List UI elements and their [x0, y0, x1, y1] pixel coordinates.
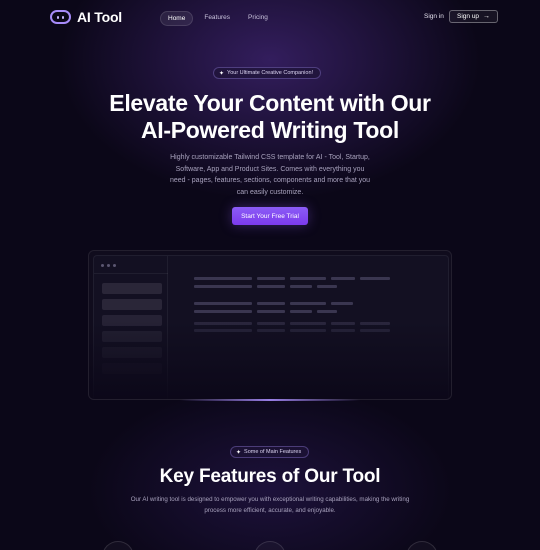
sparkle-icon: ✦: [219, 70, 225, 77]
hero-description: Highly customizable Tailwind CSS templat…: [170, 154, 371, 197]
hero-badge: ✦ Your Ultimate Creative Companion!: [213, 67, 322, 79]
mockup-text-line: [194, 310, 337, 313]
start-free-trial-button[interactable]: Start Your Free Trial: [232, 207, 308, 225]
signup-label: Sign up: [457, 13, 480, 20]
robot-face-icon: [50, 10, 71, 24]
mockup-text-line: [194, 285, 337, 288]
features-title: Key Features of Our Tool: [159, 466, 381, 487]
main-nav: Home Features Pricing: [160, 11, 275, 26]
mockup-fade: [89, 321, 451, 399]
hero-title: Elevate Your Content with Our AI-Powered…: [60, 90, 480, 144]
mockup-glow-line: [180, 399, 360, 401]
features-badge-text: Some of Main Features: [244, 449, 302, 455]
logo[interactable]: AI Tool: [50, 9, 122, 25]
mockup-sidebar-item: [102, 299, 162, 310]
hero-title-line1: Elevate Your Content with Our: [109, 90, 431, 116]
window-dots-icon: [101, 264, 116, 267]
nav-item-pricing[interactable]: Pricing: [241, 11, 275, 26]
logo-text: AI Tool: [77, 9, 122, 25]
site-header: AI Tool Home Features Pricing Sign in Si…: [0, 0, 540, 34]
nav-item-features[interactable]: Features: [197, 11, 237, 26]
features-description: Our AI writing tool is designed to empow…: [130, 496, 410, 514]
sparkle-icon: ✦: [236, 449, 242, 456]
mockup-text-line: [194, 277, 390, 280]
mockup-titlebar: [94, 256, 168, 274]
signup-button[interactable]: Sign up →: [449, 10, 499, 23]
hero-title-line2: AI-Powered Writing Tool: [140, 117, 400, 143]
app-preview-mockup: [88, 250, 452, 400]
nav-item-home[interactable]: Home: [160, 11, 194, 26]
mockup-sidebar-item: [102, 283, 162, 294]
hero-badge-text: Your Ultimate Creative Companion!: [227, 70, 314, 76]
mockup-text-line: [194, 302, 353, 305]
signin-link[interactable]: Sign in: [424, 13, 444, 20]
arrow-right-icon: →: [483, 13, 491, 20]
features-badge: ✦ Some of Main Features: [230, 446, 310, 458]
